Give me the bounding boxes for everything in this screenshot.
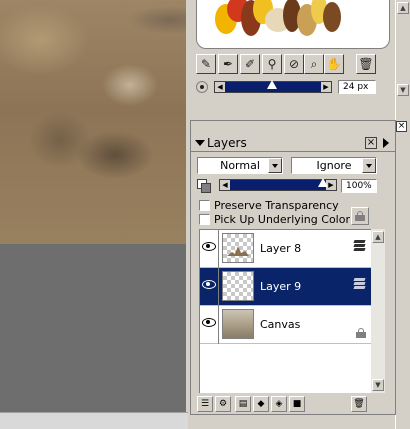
palette-column-scrollbar[interactable]: ▲ ▼ [395, 0, 410, 429]
trash-icon[interactable]: 🗑 [351, 396, 367, 412]
new-layer-group-icon[interactable]: ▤ [235, 396, 251, 412]
lock-layer-button[interactable] [351, 207, 369, 225]
layer-thumbnail [222, 271, 254, 301]
trash-icon: 🗑 [358, 57, 374, 71]
brush-variant-button[interactable]: ✐ [240, 54, 260, 74]
slider-left-arrow-icon[interactable]: ◀ [215, 82, 225, 92]
brush-size-dot-icon [196, 81, 208, 93]
scroll-up-arrow-icon[interactable]: ▲ [397, 2, 409, 14]
layer-stack-icon [353, 277, 366, 291]
layers-title: Layers [207, 136, 247, 150]
magnifier-icon: ⌕ [310, 57, 318, 71]
brush-variant-icon: ✐ [244, 57, 256, 71]
opacity-slider[interactable]: ◀ ▶ [219, 178, 337, 191]
palette-menu-arrow-icon[interactable] [383, 138, 389, 148]
new-layer-icon[interactable]: ◆ [253, 396, 269, 412]
layers-title-bar[interactable]: Layers × [191, 135, 395, 152]
preserve-transparency-checkbox[interactable] [199, 200, 210, 211]
opacity-field[interactable]: 100% [341, 179, 377, 193]
brush-trash-button[interactable]: 🗑 [356, 54, 376, 74]
create-mask-icon[interactable]: ■ [289, 396, 305, 412]
composite-depth-value: Ignore [316, 159, 352, 172]
magnifier-button[interactable]: ⌕ [304, 54, 324, 74]
pick-up-underlying-color-checkbox[interactable] [199, 214, 210, 225]
brush-size-field[interactable]: 24 px [338, 80, 376, 94]
dropper-button[interactable]: ⚲ [262, 54, 282, 74]
eye-visibility-icon[interactable] [202, 239, 216, 253]
painting-canvas[interactable] [0, 0, 188, 244]
layers-footer-toolbar: ☰ ⚙ ▤ ◆ ◈ ■ 🗑 [191, 395, 395, 415]
brush-selector-palette: ✎ ✒ ✐ ⚲ ⊘ ⌕ ✋ 🗑 ◀ ▶ 24 px [190, 0, 394, 98]
dropper-icon: ⚲ [267, 57, 277, 71]
brush-size-slider[interactable]: ◀ ▶ [214, 80, 332, 93]
opacity-thumb[interactable] [318, 178, 328, 187]
close-icon[interactable]: × [396, 121, 407, 132]
layer-thumbnail [222, 233, 254, 263]
scroll-down-arrow-icon[interactable]: ▼ [372, 379, 384, 391]
slider-right-arrow-icon[interactable]: ▶ [321, 82, 331, 92]
brush-stroke-preview [196, 0, 390, 49]
layers-palette: Layers × Normal Ignore ◀ ▶ 100% Preserve… [190, 120, 396, 415]
grabber-hand-button[interactable]: ✋ [324, 54, 344, 74]
palette-close-icon[interactable]: × [365, 137, 377, 149]
layer-name: Canvas [260, 318, 301, 331]
layer-name: Layer 9 [260, 280, 302, 293]
dropper-settings-icon: ⊘ [288, 57, 300, 71]
dynamic-plugins-icon[interactable]: ⚙ [215, 396, 231, 412]
layer-row-canvas[interactable]: Canvas [200, 306, 371, 344]
brush-category-icon: ✎ [200, 57, 212, 71]
layer-row-layer-9[interactable]: Layer 9 [200, 268, 371, 306]
opacity-icon [197, 179, 211, 193]
brush-category-button[interactable]: ✎ [196, 54, 216, 74]
slider-left-arrow-icon[interactable]: ◀ [220, 180, 230, 190]
layer-stack-icon [353, 239, 366, 253]
composite-method-value: Normal [220, 159, 260, 172]
composite-method-select[interactable]: Normal [197, 157, 283, 174]
scroll-up-arrow-icon[interactable]: ▲ [372, 231, 384, 243]
scroll-down-arrow-icon[interactable]: ▼ [397, 84, 409, 96]
brush-pen-button[interactable]: ✒ [218, 54, 238, 74]
layer-name: Layer 8 [260, 242, 302, 255]
chevron-down-icon[interactable] [362, 158, 376, 173]
composite-depth-select[interactable]: Ignore [291, 157, 377, 174]
grabber-hand-icon: ✋ [326, 57, 342, 71]
layer-commands-icon[interactable]: ☰ [197, 396, 213, 412]
eye-visibility-icon[interactable] [202, 277, 216, 291]
preserve-transparency-label: Preserve Transparency [214, 199, 339, 212]
canvas-area[interactable] [0, 0, 188, 413]
layer-row-layer-8[interactable]: Layer 8 [200, 230, 371, 268]
brush-size-row: ◀ ▶ 24 px [196, 80, 392, 96]
lock-icon [355, 211, 365, 221]
dropper-settings-button[interactable]: ⊘ [284, 54, 304, 74]
collapse-triangle-icon[interactable] [195, 140, 205, 146]
chevron-down-icon[interactable] [268, 158, 282, 173]
layer-list: Layer 8 Layer 9 Canvas [199, 229, 371, 393]
canvas-thumbnail [222, 309, 254, 339]
layer-mask-icon[interactable]: ◈ [271, 396, 287, 412]
layer-list-scrollbar[interactable]: ▲ ▼ [371, 229, 385, 393]
pick-up-underlying-color-label: Pick Up Underlying Color [214, 213, 350, 226]
brush-size-thumb[interactable] [267, 80, 278, 89]
brush-pen-icon: ✒ [222, 57, 234, 71]
eye-visibility-icon[interactable] [202, 315, 216, 329]
lock-icon [356, 328, 366, 338]
